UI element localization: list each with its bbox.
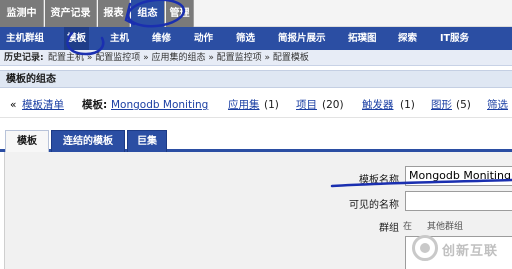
history-bar: 历史记录: 配置主机 » 配置监控项 » 应用集的组态 » 配置监控项 » 配置… xyxy=(0,50,512,66)
applications-count: (1) xyxy=(264,99,279,111)
menu-host-groups[interactable]: 主机群组 xyxy=(6,27,44,50)
tab-macros[interactable]: 巨集 xyxy=(127,130,167,152)
template-name-field[interactable]: Mongodb Moniting xyxy=(405,166,512,186)
main-menu: 主机群组 模板 主机 维修 动作 筛选 简报片展示 拓璞图 探索 IT服务 xyxy=(0,27,512,50)
tab-administration[interactable]: 管理 xyxy=(166,0,194,27)
triggers-count: (1) xyxy=(400,99,415,111)
tab-reports[interactable]: 报表 xyxy=(98,0,130,27)
menu-it-services[interactable]: IT服务 xyxy=(440,27,469,50)
groups-label: 群组 xyxy=(379,223,399,234)
menu-hosts[interactable]: 主机 xyxy=(110,27,129,50)
menu-templates[interactable]: 模板 xyxy=(64,27,90,50)
visible-name-label: 可见的名称 xyxy=(349,200,399,211)
template-list-link[interactable]: 模板清单 xyxy=(22,92,64,118)
tab-configuration[interactable]: 组态 xyxy=(131,0,165,27)
menu-discovery[interactable]: 探索 xyxy=(398,27,417,50)
template-name-link[interactable]: Mongodb Moniting xyxy=(111,92,208,118)
graphs-count: (5) xyxy=(456,99,471,111)
menu-maintenance[interactable]: 维修 xyxy=(152,27,171,50)
triggers-link[interactable]: 触发器 xyxy=(362,92,394,118)
tab-monitoring[interactable]: 监测中 xyxy=(0,0,44,27)
back-arrow-icon: « xyxy=(10,99,17,111)
applications-link[interactable]: 应用集 xyxy=(228,92,260,118)
section-title: 模板的组态 xyxy=(0,70,512,88)
template-summary: « 模板清单 模板: Mongodb Moniting 应用集 (1) 项目 (… xyxy=(0,92,512,118)
menu-actions[interactable]: 动作 xyxy=(194,27,213,50)
watermark-logo-icon xyxy=(412,235,438,261)
template-name-label: 模板名称 xyxy=(359,175,399,186)
items-link[interactable]: 项目 xyxy=(296,92,317,118)
template-label: 模板: xyxy=(82,99,108,111)
filter-link[interactable]: 筛选 xyxy=(487,92,508,118)
form-tabs: 模板 连结的模板 巨集 xyxy=(0,127,512,152)
top-navigation: 监测中 资产记录 报表 组态 管理 xyxy=(0,0,512,27)
menu-slide-shows[interactable]: 简报片展示 xyxy=(278,27,326,50)
tab-linked-templates[interactable]: 连结的模板 xyxy=(51,130,125,152)
tab-template[interactable]: 模板 xyxy=(5,130,49,152)
menu-discovery-filter[interactable]: 筛选 xyxy=(236,27,255,50)
groups-in-label: 在 xyxy=(403,222,413,232)
menu-maps[interactable]: 拓璞图 xyxy=(348,27,377,50)
history-path[interactable]: 配置主机 » 配置监控项 » 应用集的组态 » 配置监控项 » 配置模板 xyxy=(48,50,309,66)
visible-name-field[interactable] xyxy=(405,191,512,211)
tab-inventory[interactable]: 资产记录 xyxy=(45,0,97,27)
graphs-link[interactable]: 图形 xyxy=(431,92,452,118)
watermark: 创新互联 xyxy=(412,233,512,263)
history-label: 历史记录: xyxy=(4,53,44,63)
watermark-text: 创新互联 xyxy=(442,244,499,259)
groups-other-label: 其他群组 xyxy=(427,222,464,232)
items-count: (20) xyxy=(322,99,344,111)
